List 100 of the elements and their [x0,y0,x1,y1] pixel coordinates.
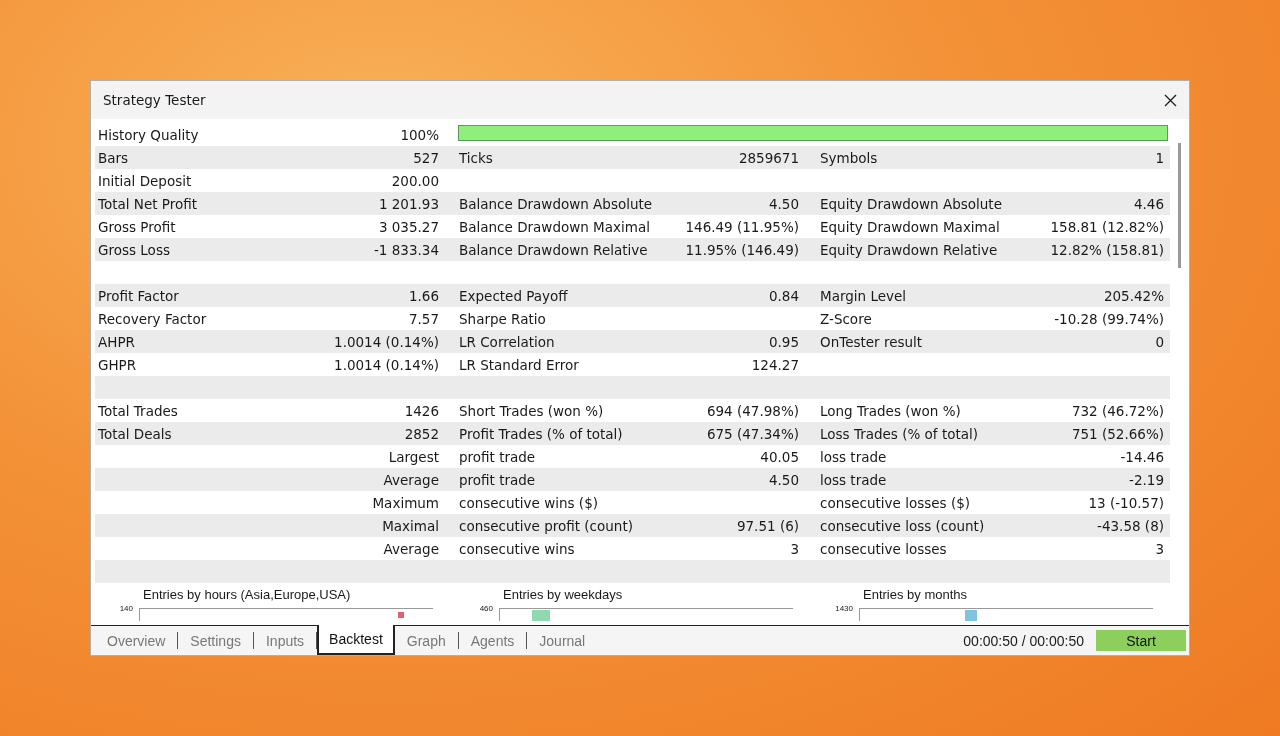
stat-label: Recovery Factor [98,310,207,327]
stat-label: loss trade [820,471,887,488]
stat-label: Average [383,540,439,557]
stat-value: 11.95% (146.49) [685,241,799,258]
tab[interactable]: Overview [95,632,179,649]
stat-value: 12.82% (158.81) [1050,241,1164,258]
stat-value: 0.95 [768,333,799,350]
stat-label: Largest [388,448,439,465]
stat-label: LR Correlation [459,333,555,350]
stat-label: GHPR [98,356,137,373]
chart-title: Entries by weekdays [503,587,624,602]
stat-label: Ticks [459,149,493,166]
tab[interactable]: Settings [178,632,254,649]
stat-label: OnTester result [820,333,923,350]
stat-value: 527 [413,149,439,166]
stat-label: Short Trades (won %) [459,402,604,419]
stat-label: Gross Profit [98,218,176,235]
stat-value: 3 035.27 [378,218,439,235]
stat-value: -14.46 [1120,448,1164,465]
stat-label: profit trade [459,448,536,465]
stat-value: 100% [400,126,439,143]
stat-label: AHPR [98,333,135,350]
stat-label: Profit Factor [98,287,179,304]
stat-label: Bars [98,149,129,166]
stat-value: 1 [1155,149,1164,166]
stat-label: Balance Drawdown Maximal [459,218,650,235]
stat-label: Z-Score [820,310,872,327]
stat-label: Margin Level [820,287,907,304]
stat-value: 694 (47.98%) [706,402,799,419]
stat-label: consecutive loss (count) [820,517,985,534]
chart-title: Entries by months [863,587,969,602]
stat-label: Equity Drawdown Maximal [820,218,1000,235]
stat-value: 124.27 [751,356,799,373]
stat-value: 97.51 (6) [736,517,799,534]
stat-value: 0.84 [768,287,799,304]
stat-value: 13 (-10.57) [1088,494,1164,511]
stat-label: Symbols [820,149,878,166]
stat-label: Balance Drawdown Relative [459,241,648,258]
stat-value: 0 [1155,333,1164,350]
stat-label: Maximal [382,517,439,534]
axis-tick-label: 460 [478,604,493,613]
stat-value: 3 [1155,540,1164,557]
stat-value: 4.50 [768,195,799,212]
stat-label: Initial Deposit [98,172,192,189]
stat-label: consecutive losses ($) [820,494,971,511]
stat-value: 3 [790,540,799,557]
stat-label: History Quality [98,126,199,143]
elapsed-time: 00:00:50 / 00:00:50 [963,632,1084,649]
stat-value: -10.28 (99.74%) [1054,310,1164,327]
stat-value: 205.42% [1103,287,1164,304]
stat-value: 2852 [404,425,439,442]
scrollbar-thumb[interactable] [1178,143,1181,268]
stat-value: 40.05 [760,448,799,465]
stat-value: 1426 [404,402,439,419]
stat-value: -2.19 [1129,471,1164,488]
stat-value: 1 201.93 [378,195,439,212]
stat-value: 1.0014 (0.14%) [334,333,439,350]
stat-value: 146.49 (11.95%) [685,218,799,235]
stat-label: Profit Trades (% of total) [459,425,623,442]
stat-label: Loss Trades (% of total) [820,425,978,442]
tab[interactable]: Graph [394,632,459,649]
stat-label: Gross Loss [98,241,170,258]
stat-value: 4.50 [768,471,799,488]
stat-value: 7.57 [408,310,439,327]
stat-label: Total Deals [98,425,172,442]
stat-value: 200.00 [391,172,439,189]
stat-label: Expected Payoff [459,287,568,304]
stat-value: 4.46 [1133,195,1164,212]
stat-value: 675 (47.34%) [706,425,799,442]
stat-value: -43.58 (8) [1097,517,1164,534]
stat-label: loss trade [820,448,887,465]
tab[interactable]: Backtest [317,625,395,655]
stat-value: 1.0014 (0.14%) [334,356,439,373]
stat-label: Balance Drawdown Absolute [459,195,653,212]
start-button[interactable]: Start [1096,630,1186,651]
stat-label: Equity Drawdown Absolute [820,195,1002,212]
close-icon[interactable] [1164,93,1177,107]
stat-label: Equity Drawdown Relative [820,241,998,258]
stat-label: Long Trades (won %) [820,402,961,419]
stat-value: 2859671 [738,149,799,166]
stat-label: consecutive profit (count) [459,517,633,534]
stat-value: 732 (46.72%) [1071,402,1164,419]
stat-value: 751 (52.66%) [1071,425,1164,442]
tab[interactable]: Agents [458,632,528,649]
tab[interactable]: Journal [527,632,598,649]
axis-tick-label: 140 [118,604,133,613]
window-title: Strategy Tester [103,92,206,108]
stat-value: 1.66 [408,287,439,304]
chart-title: Entries by hours (Asia,Europe,USA) [143,587,352,602]
stat-label: Maximum [372,494,439,511]
stat-label: consecutive losses [820,540,947,557]
stat-label: consecutive wins [459,540,575,557]
stat-value: 158.81 (12.82%) [1050,218,1164,235]
stat-label: consecutive wins ($) [459,494,598,511]
stat-value: -1 833.34 [374,241,439,258]
stat-label: profit trade [459,471,536,488]
stat-label: Total Trades [98,402,178,419]
stat-label: Average [383,471,439,488]
stat-label: Sharpe Ratio [459,310,546,327]
stat-label: LR Standard Error [459,356,579,373]
